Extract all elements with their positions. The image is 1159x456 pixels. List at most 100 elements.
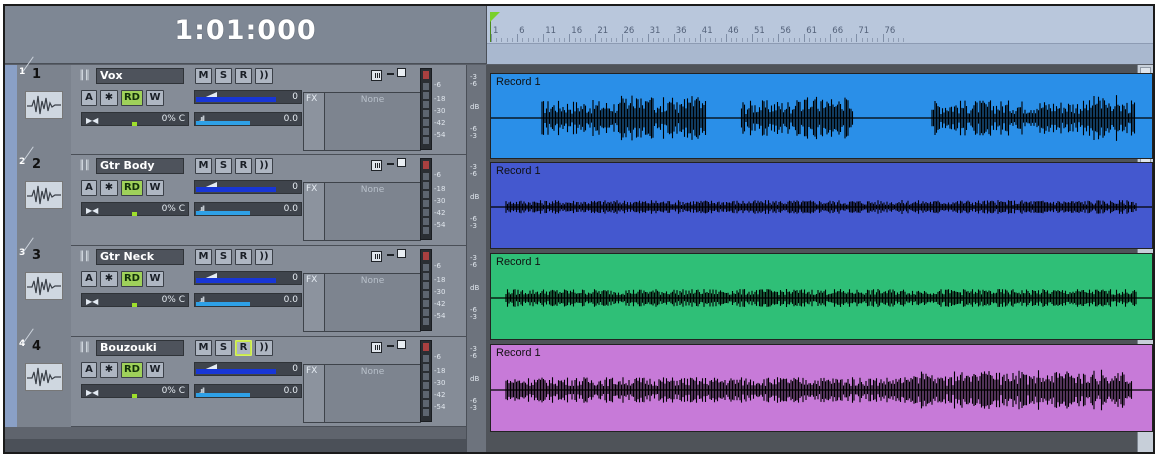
track-vu-meter[interactable] bbox=[420, 340, 432, 422]
track-name-field[interactable]: Bouzouki bbox=[96, 340, 184, 356]
input-monitor-button[interactable]: )) bbox=[255, 158, 273, 174]
solo-button[interactable]: S bbox=[215, 340, 232, 356]
play-cursor-marker[interactable] bbox=[490, 12, 500, 22]
width-slider[interactable]: .ııll 0.0 bbox=[194, 384, 302, 398]
fx-button[interactable]: FX bbox=[306, 94, 317, 104]
time-display[interactable]: 1:01:000 bbox=[5, 6, 486, 64]
track-number-panel[interactable]: 44 bbox=[17, 328, 71, 427]
waveform-track-icon[interactable] bbox=[25, 363, 63, 391]
mute-button[interactable]: M bbox=[195, 68, 212, 84]
waveform-track-icon[interactable] bbox=[25, 272, 63, 300]
fx-button[interactable]: FX bbox=[306, 184, 317, 194]
pan-slider[interactable]: ▶◀ 0% C bbox=[81, 384, 189, 398]
record-input-icon[interactable]: ║║ bbox=[79, 343, 90, 353]
write-button[interactable]: W bbox=[146, 180, 164, 196]
record-arm-button[interactable]: R bbox=[235, 68, 252, 84]
input-monitor-button[interactable]: )) bbox=[255, 340, 273, 356]
track-number-panel[interactable]: 22 bbox=[17, 146, 71, 246]
empty-track-area[interactable] bbox=[5, 439, 466, 452]
record-input-icon[interactable]: ║║ bbox=[79, 252, 90, 262]
routing-icon[interactable] bbox=[371, 251, 382, 262]
track-select-bar[interactable] bbox=[5, 65, 17, 155]
freeze-button[interactable]: ✱ bbox=[100, 90, 118, 106]
fx-chain-box[interactable]: FX None bbox=[303, 273, 421, 332]
solo-button[interactable]: S bbox=[215, 158, 232, 174]
phase-icon[interactable] bbox=[387, 254, 394, 256]
routing-icon[interactable] bbox=[371, 160, 382, 171]
record-mode-button[interactable]: RD bbox=[121, 362, 143, 378]
track-vu-meter[interactable] bbox=[420, 249, 432, 331]
record-arm-button[interactable]: R bbox=[235, 340, 252, 356]
freeze-button[interactable]: ✱ bbox=[100, 271, 118, 287]
input-monitor-button[interactable]: )) bbox=[255, 249, 273, 265]
write-button[interactable]: W bbox=[146, 362, 164, 378]
waveform-track-icon[interactable] bbox=[25, 181, 63, 209]
pan-slider[interactable]: ▶◀ 0% C bbox=[81, 202, 189, 216]
track-select-bar[interactable] bbox=[5, 246, 17, 337]
volume-slider[interactable]: 0 bbox=[194, 271, 302, 285]
record-mode-button[interactable]: RD bbox=[121, 271, 143, 287]
mute-button[interactable]: M bbox=[195, 158, 212, 174]
routing-icon[interactable] bbox=[371, 342, 382, 353]
track-vu-meter[interactable] bbox=[420, 68, 432, 150]
track-3[interactable]: 3 3 ║║ Gtr Neck M S R)) A ✱ RD W 0 ▶◀ 0% C .ııll 0.0 FX N… bbox=[5, 237, 466, 337]
track-number-panel[interactable]: 11 bbox=[17, 56, 71, 155]
freeze-button[interactable]: ✱ bbox=[100, 180, 118, 196]
automation-mode-button[interactable]: A bbox=[81, 180, 97, 196]
media-item[interactable]: Record 1 bbox=[490, 253, 1153, 340]
track-select-bar[interactable] bbox=[5, 155, 17, 246]
freeze-button[interactable]: ✱ bbox=[100, 362, 118, 378]
automation-mode-button[interactable]: A bbox=[81, 90, 97, 106]
record-arm-button[interactable]: R bbox=[235, 158, 252, 174]
record-input-icon[interactable]: ║║ bbox=[79, 161, 90, 171]
volume-slider[interactable]: 0 bbox=[194, 90, 302, 104]
solo-button[interactable]: S bbox=[215, 68, 232, 84]
fx-list[interactable]: None bbox=[324, 274, 420, 331]
routing-icon[interactable] bbox=[371, 70, 382, 81]
fx-button[interactable]: FX bbox=[306, 366, 317, 376]
waveform-track-icon[interactable] bbox=[25, 91, 63, 119]
record-mode-button[interactable]: RD bbox=[121, 180, 143, 196]
mute-button[interactable]: M bbox=[195, 249, 212, 265]
width-slider[interactable]: .ııll 0.0 bbox=[194, 293, 302, 307]
media-item[interactable]: Record 1 bbox=[490, 344, 1153, 432]
track-name-field[interactable]: Gtr Body bbox=[96, 158, 184, 174]
width-slider[interactable]: .ııll 0.0 bbox=[194, 202, 302, 216]
record-arm-button[interactable]: R bbox=[235, 249, 252, 265]
record-input-icon[interactable]: ║║ bbox=[79, 71, 90, 81]
media-item[interactable]: Record 1 bbox=[490, 162, 1153, 249]
fx-list[interactable]: None bbox=[324, 365, 420, 422]
fx-list[interactable]: None bbox=[324, 93, 420, 150]
track-select-bar[interactable] bbox=[5, 337, 17, 427]
fx-chain-box[interactable]: FX None bbox=[303, 182, 421, 241]
fx-list[interactable]: None bbox=[324, 183, 420, 240]
track-name-field[interactable]: Vox bbox=[96, 68, 184, 84]
fx-chain-box[interactable]: FX None bbox=[303, 92, 421, 151]
pan-slider[interactable]: ▶◀ 0% C bbox=[81, 293, 189, 307]
record-mode-button[interactable]: RD bbox=[121, 90, 143, 106]
track-2[interactable]: 2 2 ║║ Gtr Body M S R)) A ✱ RD W 0 ▶◀ 0% C .ııll 0.0 FX N… bbox=[5, 146, 466, 246]
envelope-icon[interactable] bbox=[397, 158, 406, 167]
write-button[interactable]: W bbox=[146, 90, 164, 106]
timeline-ruler[interactable]: 1 6 11 16 21 26 31 36 41 46 51 56 61 66 71 76 bbox=[486, 6, 1153, 64]
track-vu-meter[interactable] bbox=[420, 158, 432, 240]
volume-slider[interactable]: 0 bbox=[194, 180, 302, 194]
write-button[interactable]: W bbox=[146, 271, 164, 287]
envelope-icon[interactable] bbox=[397, 249, 406, 258]
mute-button[interactable]: M bbox=[195, 340, 212, 356]
automation-mode-button[interactable]: A bbox=[81, 362, 97, 378]
input-monitor-button[interactable]: )) bbox=[255, 68, 273, 84]
phase-icon[interactable] bbox=[387, 73, 394, 75]
ruler-region-lane[interactable] bbox=[487, 44, 1153, 64]
phase-icon[interactable] bbox=[387, 163, 394, 165]
track-number-panel[interactable]: 33 bbox=[17, 237, 71, 337]
automation-mode-button[interactable]: A bbox=[81, 271, 97, 287]
width-slider[interactable]: .ııll 0.0 bbox=[194, 112, 302, 126]
solo-button[interactable]: S bbox=[215, 249, 232, 265]
pan-slider[interactable]: ▶◀ 0% C bbox=[81, 112, 189, 126]
media-item[interactable]: Record 1 bbox=[490, 73, 1153, 159]
track-4[interactable]: 4 4 ║║ Bouzouki M S R)) A ✱ RD W 0 ▶◀ 0% C .ııll 0.0 FX N… bbox=[5, 328, 466, 427]
fx-chain-box[interactable]: FX None bbox=[303, 364, 421, 423]
track-1[interactable]: 1 1 ║║ Vox M S R)) A ✱ RD W 0 ▶◀ 0% C .ııll 0.0 FX None -6… bbox=[5, 56, 466, 155]
volume-slider[interactable]: 0 bbox=[194, 362, 302, 376]
